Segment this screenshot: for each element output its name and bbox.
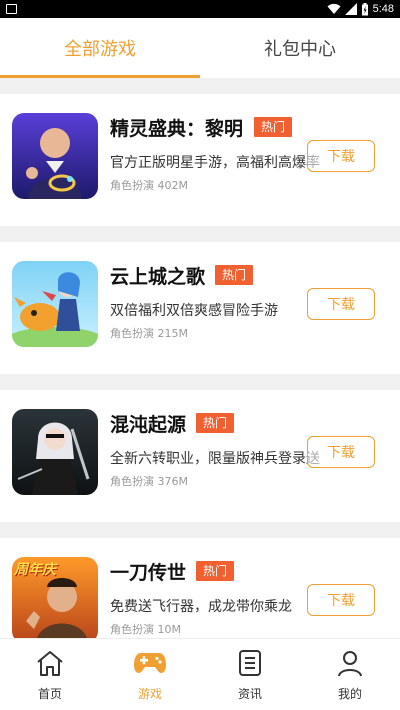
game-title: 云上城之歌: [110, 266, 206, 288]
game-thumbnail[interactable]: 周年庆: [12, 557, 98, 638]
game-thumbnail[interactable]: [12, 261, 98, 347]
game-list[interactable]: 精灵盛典：黎明 热门 官方正版明星手游，高福利高爆率 角色扮演 402M 下载: [0, 78, 400, 638]
home-icon: [35, 649, 65, 681]
hot-badge: 热门: [254, 117, 293, 137]
game-meta: 角色扮演 10M: [110, 623, 181, 636]
tab-all-games[interactable]: 全部游戏: [0, 18, 200, 78]
nav-games[interactable]: 游戏: [100, 639, 200, 710]
battery-charging-icon: [361, 2, 369, 16]
download-button[interactable]: 下载: [307, 436, 375, 468]
anniversary-label: 周年庆: [14, 562, 56, 578]
game-title: 混沌起源: [110, 414, 187, 436]
game-meta: 角色扮演 215M: [110, 327, 188, 340]
nav-home-label: 首页: [37, 687, 62, 701]
hot-badge: 热门: [196, 413, 235, 433]
game-card[interactable]: 周年庆 一刀传世 热门 免费送飞行器，成龙带你乘龙 角色扮演 10M 下载: [0, 538, 400, 638]
game-card[interactable]: 精灵盛典：黎明 热门 官方正版明星手游，高福利高爆率 角色扮演 402M 下载: [0, 94, 400, 226]
download-button[interactable]: 下载: [307, 584, 375, 616]
nav-games-label: 游戏: [137, 687, 162, 701]
nav-news[interactable]: 资讯: [200, 639, 300, 710]
download-button[interactable]: 下载: [307, 140, 375, 172]
top-tabs: 全部游戏 礼包中心: [0, 18, 400, 78]
download-button[interactable]: 下载: [307, 288, 375, 320]
game-meta: 角色扮演 402M: [110, 179, 188, 192]
game-description: 全新六转职业，限量版神兵登录送: [110, 451, 320, 467]
cell-signal-icon: [344, 3, 357, 15]
user-icon: [336, 649, 364, 681]
status-bar: 5:48: [0, 0, 400, 18]
game-thumbnail[interactable]: [12, 113, 98, 199]
game-thumbnail[interactable]: [12, 409, 98, 495]
hot-badge: 热门: [215, 265, 254, 285]
game-description: 官方正版明星手游，高福利高爆率: [110, 155, 320, 171]
nav-mine-label: 我的: [337, 687, 362, 701]
status-icons: 5:48: [327, 2, 394, 16]
gamepad-icon: [133, 649, 167, 681]
game-title: 一刀传世: [110, 562, 187, 584]
bottom-nav: 首页 游戏 资讯 我的: [0, 638, 400, 710]
game-card[interactable]: 混沌起源 热门 全新六转职业，限量版神兵登录送 角色扮演 376M 下载: [0, 390, 400, 522]
clock: 5:48: [372, 3, 394, 15]
wifi-icon: [327, 3, 341, 15]
nav-mine[interactable]: 我的: [300, 639, 400, 710]
notification-icon: [6, 4, 17, 14]
hot-badge: 热门: [196, 561, 235, 581]
game-description: 免费送飞行器，成龙带你乘龙: [110, 599, 292, 615]
game-description: 双倍福利双倍爽感冒险手游: [110, 303, 278, 319]
game-meta: 角色扮演 376M: [110, 475, 188, 488]
game-card[interactable]: 云上城之歌 热门 双倍福利双倍爽感冒险手游 角色扮演 215M 下载: [0, 242, 400, 374]
game-title: 精灵盛典：黎明: [110, 118, 244, 140]
news-icon: [236, 649, 264, 681]
nav-home[interactable]: 首页: [0, 639, 100, 710]
nav-news-label: 资讯: [237, 687, 262, 701]
tab-gift-center[interactable]: 礼包中心: [200, 18, 400, 78]
